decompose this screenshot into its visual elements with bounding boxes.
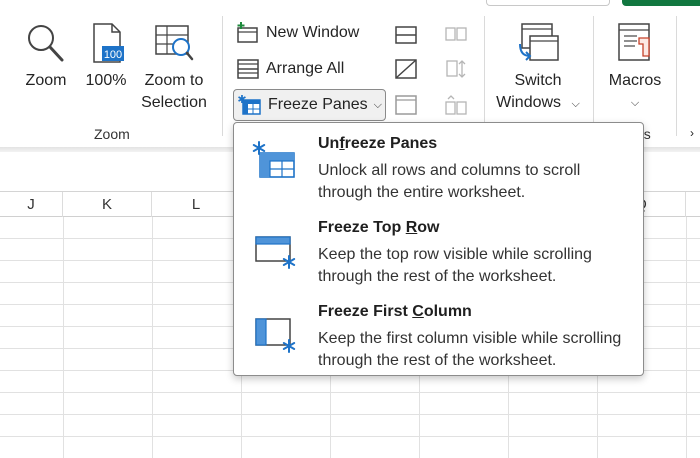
title-part: olumn — [423, 303, 472, 320]
access-key: R — [405, 219, 418, 236]
title-part: reeze Panes — [344, 135, 438, 152]
title-part: Freeze First — [318, 303, 413, 320]
title-part: Un — [318, 135, 340, 152]
arrange-all-button[interactable]: Arrange All — [236, 54, 344, 84]
unfreeze-panes-description: Unlock all rows and columns to scroll th… — [318, 162, 581, 201]
macros-button[interactable]: Macros ⌵ — [600, 22, 670, 114]
freeze-panes-icon: ✱ — [238, 94, 261, 115]
unfreeze-panes-title: Unfreeze Panes — [318, 135, 437, 153]
freeze-top-row-description: Keep the top row visible while scrolling… — [318, 246, 592, 285]
zoom-to-selection-label-2: Selection — [141, 94, 207, 111]
zoom-button[interactable]: Zoom — [18, 22, 74, 92]
new-window-label: New Window — [266, 24, 360, 41]
magnifier-icon — [28, 25, 64, 62]
menu-item-unfreeze-panes[interactable]: Unfreeze Panes Unlock all rows and colum… — [234, 125, 643, 207]
column-header-l[interactable]: L — [152, 192, 241, 217]
page-100-icon: 100 — [93, 23, 124, 63]
reset-position-icon — [445, 95, 467, 115]
split-icon — [395, 26, 417, 44]
hide-button[interactable] — [394, 54, 424, 84]
freeze-first-column-title: Freeze First Column — [318, 303, 472, 321]
new-window-icon — [237, 22, 258, 43]
group-separator — [593, 16, 594, 136]
title-part: Freeze Top — [318, 219, 406, 236]
collapse-ribbon-chevron-icon[interactable]: › — [690, 118, 694, 148]
side-by-side-icon — [445, 27, 467, 41]
freeze-first-column-description: Keep the first column visible while scro… — [318, 330, 622, 369]
zoom-100-button[interactable]: 100 100% — [82, 22, 130, 92]
reset-window-position-button[interactable] — [444, 90, 474, 120]
freeze-panes-button[interactable]: ✱ Freeze Panes ⌵ — [233, 89, 386, 121]
arrange-all-label: Arrange All — [266, 60, 345, 77]
freeze-top-row-icon — [255, 236, 296, 269]
unhide-button[interactable] — [394, 90, 424, 120]
switch-windows-button[interactable]: Switch Windows ⌵ — [490, 22, 586, 115]
menu-item-freeze-first-column[interactable]: Freeze First Column Keep the first colum… — [234, 293, 643, 375]
split-button[interactable] — [394, 20, 424, 50]
zoom-to-selection-button[interactable]: Zoom to Selection — [136, 22, 212, 114]
switch-windows-label-text: Windows — [496, 94, 562, 111]
group-separator — [222, 16, 223, 136]
menu-item-freeze-top-row[interactable]: Freeze Top Row Keep the top row visible … — [234, 209, 643, 291]
zoom-group-label: Zoom — [94, 126, 130, 142]
chevron-down-icon: ⌵ — [571, 98, 580, 110]
macros-icon — [618, 23, 650, 61]
zoom-label: Zoom — [25, 72, 67, 89]
freeze-first-column-icon — [255, 318, 296, 353]
freeze-panes-menu: Unfreeze Panes Unlock all rows and colum… — [233, 122, 644, 376]
macros-label: Macros — [608, 72, 662, 89]
zoom-to-selection-label-1: Zoom to — [144, 72, 204, 89]
top-strip-field — [486, 0, 610, 6]
chevron-down-icon: ⌵ — [630, 97, 640, 109]
column-header-k[interactable]: K — [63, 192, 152, 217]
chevron-down-icon: ⌵ — [373, 98, 382, 111]
group-separator — [484, 16, 485, 136]
synchronous-scrolling-button[interactable] — [444, 54, 474, 84]
hide-window-icon — [395, 59, 417, 79]
switch-windows-icon — [519, 23, 559, 61]
column-header-j[interactable]: J — [0, 192, 63, 217]
page-100-icon-text: 100 — [104, 49, 122, 61]
freeze-panes-label: Freeze Panes — [268, 96, 368, 113]
view-side-by-side-button[interactable] — [444, 20, 474, 50]
zoom-100-label: 100% — [85, 72, 127, 89]
access-key: C — [412, 303, 424, 320]
freeze-top-row-title: Freeze Top Row — [318, 219, 440, 237]
switch-windows-label-1: Switch — [514, 72, 562, 89]
unhide-window-icon — [395, 95, 417, 115]
arrange-all-icon — [237, 59, 259, 79]
unfreeze-panes-icon — [252, 141, 295, 178]
table-row[interactable] — [0, 437, 700, 458]
share-button-edge[interactable] — [622, 0, 700, 6]
table-row[interactable] — [0, 393, 700, 415]
title-part: ow — [417, 219, 440, 236]
new-window-button[interactable]: New Window — [236, 18, 359, 48]
zoom-selection-icon — [155, 25, 194, 61]
switch-windows-label-2: Windows ⌵ — [490, 92, 586, 115]
table-row[interactable] — [0, 415, 700, 437]
group-separator — [676, 16, 677, 136]
svg-text:✱: ✱ — [238, 94, 247, 106]
sync-scroll-icon — [446, 60, 466, 78]
